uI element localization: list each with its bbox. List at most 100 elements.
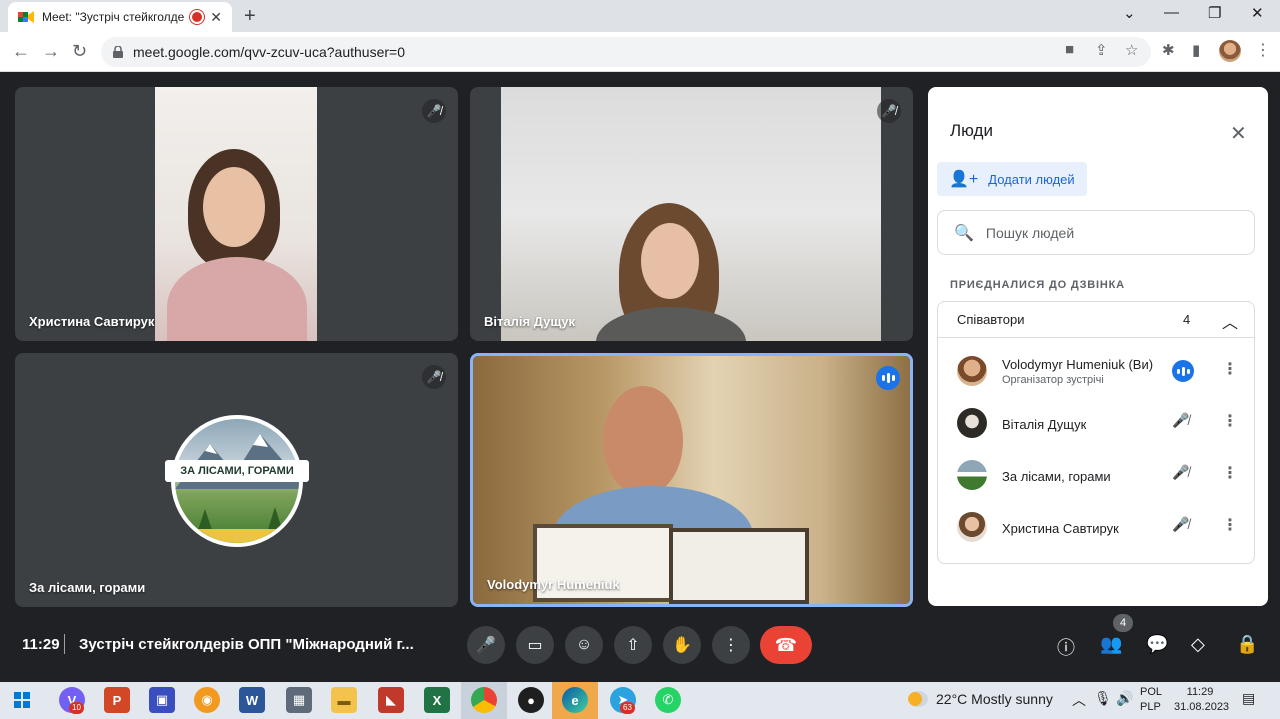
minimize-icon[interactable]: — — [1164, 4, 1179, 21]
word-icon[interactable]: W — [239, 687, 265, 713]
save-disk-icon[interactable]: ▣ — [149, 687, 175, 713]
person-name: За лісами, горами — [1002, 469, 1111, 484]
new-tab-icon[interactable]: + — [244, 5, 256, 28]
chrome-icon[interactable] — [471, 687, 497, 713]
bookmark-star-icon[interactable]: ☆ — [1125, 41, 1138, 59]
search-people-input[interactable]: 🔍 Пошук людей — [937, 210, 1255, 255]
browser-toolbar: ← → ↻ meet.google.com/qvv-zcuv-uca?authu… — [0, 32, 1280, 72]
address-bar[interactable]: meet.google.com/qvv-zcuv-uca?authuser=0 — [101, 37, 1151, 67]
people-icon[interactable]: 👥 — [1100, 634, 1122, 655]
notifications-icon[interactable]: ▤ — [1242, 690, 1255, 707]
avatar — [957, 356, 987, 386]
browser-app-icon[interactable]: ◉ — [194, 687, 220, 713]
add-people-button[interactable]: 👤+ Додати людей — [937, 162, 1087, 196]
weather-widget[interactable]: 22°C Mostly sunny — [908, 691, 1053, 707]
powerpoint-icon[interactable]: P — [104, 687, 130, 713]
profile-avatar[interactable] — [1219, 40, 1241, 62]
restore-icon[interactable]: ❐ — [1208, 4, 1221, 22]
meeting-title: Зустріч стейкголдерів ОПП "Міжнародний г… — [79, 636, 414, 653]
panel-title: Люди — [950, 121, 993, 140]
person-name: Volodymyr Humeniuk (Ви) — [1002, 357, 1154, 372]
list-item[interactable]: Volodymyr Humeniuk (Ви) Організатор зуст… — [938, 345, 1254, 397]
group-count: 4 — [1183, 312, 1191, 327]
windows-start-icon[interactable] — [14, 692, 30, 708]
chart-app-icon[interactable]: ◣ — [378, 687, 404, 713]
window-close-icon[interactable]: ✕ — [1251, 4, 1264, 22]
obs-icon[interactable]: ● — [518, 687, 544, 713]
raise-hand-button[interactable]: ✋ — [663, 626, 701, 664]
tab-title: Meet: "Зустріч стейкголдер — [42, 10, 185, 24]
more-options-icon[interactable]: ⋮ — [1222, 359, 1238, 379]
list-item[interactable]: За лісами, горами 🎤̸ ⋮ — [938, 449, 1254, 501]
activities-icon[interactable]: ◇ — [1191, 634, 1205, 655]
reactions-button[interactable]: ☺ — [565, 626, 603, 664]
camera-indicator-icon[interactable]: ■ — [1065, 41, 1074, 58]
system-clock[interactable]: 11:29 31.08.2023 — [1174, 685, 1229, 715]
weather-text: 22°C Mostly sunny — [936, 691, 1053, 707]
end-call-button[interactable]: ☎ — [760, 626, 812, 664]
video-tile-khrystyna[interactable]: 🎤̸ Христина Савтирук — [15, 87, 458, 341]
chat-icon[interactable]: 💬 — [1146, 634, 1168, 655]
reload-icon[interactable]: ↻ — [72, 41, 87, 62]
more-options-icon[interactable]: ⋮ — [1222, 411, 1238, 431]
group-header[interactable]: Співавтори 4 ︿ — [938, 302, 1254, 338]
tray-mic-icon[interactable]: 🎙 — [1094, 690, 1112, 707]
meet-control-bar: 11:29 Зустріч стейкголдерів ОПП "Міжнаро… — [0, 614, 1280, 678]
share-icon[interactable]: ⇪ — [1095, 41, 1108, 59]
whatsapp-icon[interactable]: ✆ — [655, 687, 681, 713]
edge-icon[interactable]: e — [562, 687, 588, 713]
host-controls-icon[interactable]: 🔒 — [1236, 634, 1258, 655]
lang-top: POL — [1140, 686, 1163, 698]
volume-icon[interactable]: 🔊 — [1116, 690, 1133, 707]
weather-sun-icon — [908, 691, 928, 707]
microphone-button[interactable]: 🎤 — [467, 626, 505, 664]
section-label: ПРИЄДНАЛИСЯ ДО ДЗВІНКА — [950, 279, 1125, 291]
extensions-icon[interactable]: ✱ — [1162, 41, 1175, 59]
clock-time: 11:29 — [1186, 686, 1214, 698]
video-feed — [155, 87, 317, 341]
avatar — [957, 408, 987, 438]
group-name: Співавтори — [957, 312, 1025, 327]
add-people-label: Додати людей — [988, 171, 1075, 187]
calculator-icon[interactable]: ▦ — [286, 687, 312, 713]
mic-off-icon: 🎤̸ — [1172, 516, 1190, 532]
avatar — [957, 512, 987, 542]
back-icon[interactable]: ← — [12, 41, 30, 62]
input-language[interactable]: POL PLP — [1140, 685, 1162, 715]
participant-name: За лісами, горами — [29, 580, 146, 595]
tab-close-icon[interactable]: ✕ — [210, 9, 222, 26]
excel-icon[interactable]: X — [424, 687, 450, 713]
close-icon[interactable]: ✕ — [1230, 121, 1247, 146]
video-tile-za-lisamy[interactable]: ЗА ЛІСАМИ, ГОРАМИ 🎤̸ За лісами, горами — [15, 353, 458, 607]
file-explorer-icon[interactable]: ▬ — [331, 687, 357, 713]
url-text: meet.google.com/qvv-zcuv-uca?authuser=0 — [133, 44, 405, 60]
search-icon: 🔍 — [954, 224, 974, 242]
more-options-button[interactable]: ⋮ — [712, 626, 750, 664]
present-screen-button[interactable]: ⇧ — [614, 626, 652, 664]
camera-button[interactable]: ▭ — [516, 626, 554, 664]
lang-bottom: PLP — [1140, 701, 1161, 713]
logo-banner: ЗА ЛІСАМИ, ГОРАМИ — [165, 460, 309, 482]
info-icon[interactable]: ⓘ — [1057, 634, 1075, 660]
video-tile-vitaliia[interactable]: 🎤̸ Віталія Дущук — [470, 87, 913, 341]
browser-tab-meet[interactable]: Meet: "Зустріч стейкголдер ✕ — [8, 2, 232, 32]
tab-search-icon[interactable]: ⌄ — [1123, 4, 1136, 22]
divider — [64, 634, 65, 654]
list-item[interactable]: Христина Савтирук 🎤̸ ⋮ — [938, 501, 1254, 553]
video-tile-volodymyr[interactable]: Volodymyr Humeniuk — [470, 353, 913, 607]
person-role: Організатор зустрічі — [1002, 374, 1104, 386]
list-item[interactable]: Віталія Дущук 🎤̸ ⋮ — [938, 397, 1254, 449]
more-options-icon[interactable]: ⋮ — [1222, 463, 1238, 483]
meeting-time: 11:29 — [22, 636, 60, 653]
people-panel: Люди ✕ 👤+ Додати людей 🔍 Пошук людей ПРИ… — [928, 87, 1268, 606]
recording-icon — [192, 12, 203, 22]
people-count-badge: 4 — [1113, 614, 1133, 632]
forward-icon[interactable]: → — [42, 41, 60, 62]
add-person-icon: 👤+ — [949, 171, 979, 188]
browser-menu-icon[interactable]: ⋮ — [1255, 40, 1271, 60]
more-options-icon[interactable]: ⋮ — [1222, 515, 1238, 535]
side-panel-icon[interactable]: ▮ — [1192, 41, 1200, 59]
person-name: Христина Савтирук — [1002, 521, 1119, 536]
chevron-up-icon[interactable]: ︿ — [1222, 309, 1238, 333]
tray-chevron-up-icon[interactable]: ︿ — [1072, 690, 1086, 710]
